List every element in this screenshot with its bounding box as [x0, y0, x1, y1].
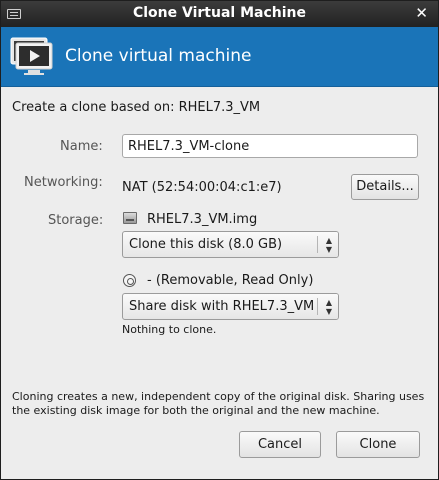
select-separator: [317, 298, 318, 315]
name-input[interactable]: [122, 134, 418, 158]
network-details-button[interactable]: Details...: [351, 174, 419, 200]
title-bar: Clone Virtual Machine ✕: [1, 1, 438, 27]
select-separator: [317, 236, 318, 253]
header-title: Clone virtual machine: [65, 46, 252, 66]
clone-info-text: Cloning creates a new, independent copy …: [12, 390, 425, 417]
clone-source-text: Create a clone based on: RHEL7.3_VM: [12, 100, 261, 115]
cdrom-share-select[interactable]: Share disk with RHEL7.3_VM ▲ ▼: [122, 293, 339, 320]
cancel-button[interactable]: Cancel: [239, 431, 321, 458]
disk-clone-select[interactable]: Clone this disk (8.0 GB) ▲ ▼: [122, 231, 339, 258]
disk-clone-select-value: Clone this disk (8.0 GB): [129, 237, 283, 252]
networking-label: Networking:: [24, 175, 103, 190]
storage-label: Storage:: [48, 213, 104, 228]
disk-name: RHEL7.3_VM.img: [147, 212, 258, 227]
hard-disk-icon: [123, 212, 137, 224]
window-title: Clone Virtual Machine: [132, 5, 306, 21]
vm-play-icon: [10, 37, 53, 75]
clone-vm-dialog: Clone Virtual Machine ✕ Clone virtual ma…: [0, 0, 439, 480]
updown-arrows-icon: ▲ ▼: [320, 232, 338, 257]
cdrom-icon: [123, 274, 136, 287]
name-label: Name:: [60, 139, 103, 154]
cdrom-note: Nothing to clone.: [122, 323, 217, 336]
updown-arrows-icon: ▲ ▼: [320, 294, 338, 319]
header-banner: Clone virtual machine: [1, 27, 438, 87]
clone-button[interactable]: Clone: [336, 431, 420, 458]
cdrom-name: - (Removable, Read Only): [147, 273, 314, 288]
cdrom-share-select-value: Share disk with RHEL7.3_VM: [129, 299, 315, 314]
close-icon[interactable]: ✕: [415, 4, 428, 22]
networking-value: NAT (52:54:00:04:c1:e7): [122, 180, 282, 195]
